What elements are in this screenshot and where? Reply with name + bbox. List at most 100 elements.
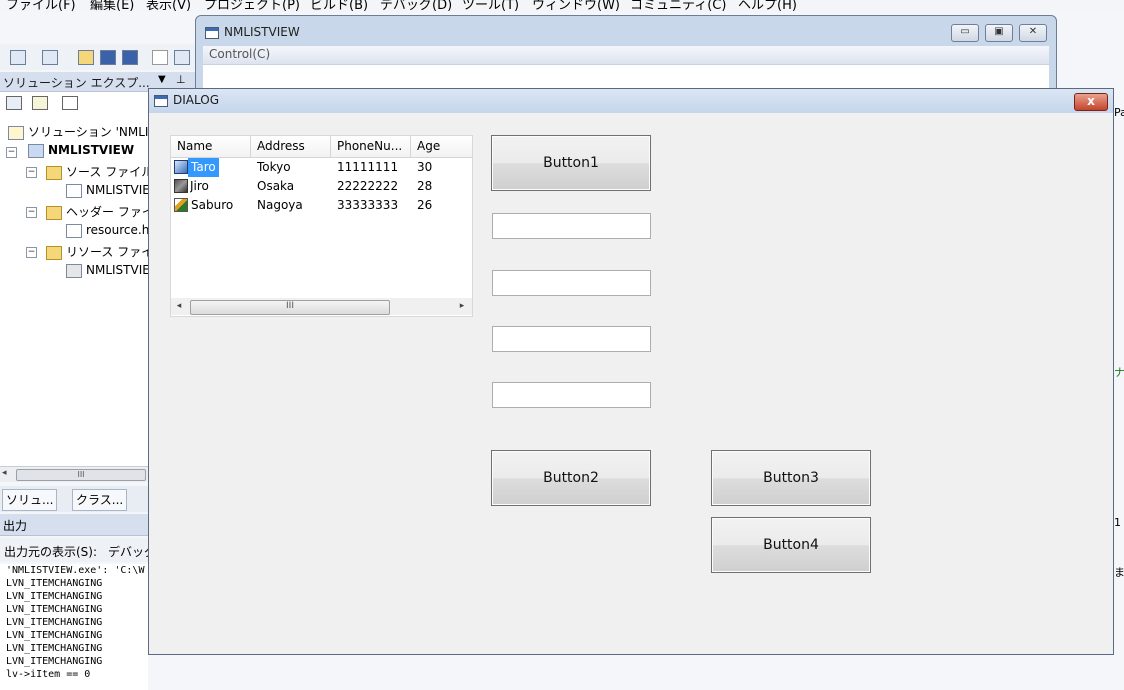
- output-source-label: 出力元の表示(S):: [4, 545, 98, 559]
- pin-icon[interactable]: ⊥: [176, 73, 186, 86]
- column-header-phone[interactable]: PhoneNu...: [331, 136, 411, 157]
- collapse-header-icon[interactable]: −: [26, 207, 37, 218]
- cell-phone: 11111111: [337, 160, 399, 174]
- menu-view[interactable]: 表示(V): [146, 0, 191, 12]
- column-header-name[interactable]: Name: [171, 136, 251, 157]
- menu-project[interactable]: プロジェクト(P): [204, 0, 300, 12]
- maximize-button[interactable]: ▣: [985, 24, 1013, 42]
- folder-icon: [46, 245, 62, 260]
- tree-header-folder[interactable]: ヘッダー ファイ: [46, 203, 154, 220]
- right-edge-text: 1: [1114, 516, 1121, 529]
- output-header: 出力: [0, 514, 148, 536]
- column-header-age[interactable]: Age: [411, 136, 472, 157]
- add-item-icon[interactable]: [42, 50, 58, 65]
- output-title: 出力: [3, 519, 28, 533]
- edit-field-4[interactable]: [492, 382, 651, 408]
- scroll-right-icon[interactable]: ▸: [455, 300, 469, 313]
- window-icon: [205, 27, 219, 39]
- collapse-resource-icon[interactable]: −: [26, 247, 37, 258]
- menu-control[interactable]: Control(C): [209, 47, 270, 61]
- scroll-left-icon[interactable]: ◂: [2, 468, 7, 478]
- explorer-tabs: ソリュ... クラス...: [0, 486, 148, 512]
- cell-name: Taro: [188, 158, 219, 177]
- button2[interactable]: Button2: [491, 450, 651, 506]
- properties-icon[interactable]: [32, 96, 48, 110]
- cell-address: Nagoya: [257, 198, 303, 212]
- dropdown-arrow-icon[interactable]: ▼: [158, 74, 166, 85]
- item-icon: [174, 198, 188, 212]
- button3[interactable]: Button3: [711, 450, 871, 506]
- right-edge-text: ま: [1114, 566, 1124, 579]
- tree-resource-file[interactable]: NMLISTVIE: [66, 263, 150, 278]
- menu-community[interactable]: コミュニティ(C): [630, 0, 726, 12]
- cut-icon[interactable]: [152, 50, 168, 65]
- menu-window[interactable]: ウィンドウ(W): [532, 0, 620, 12]
- dialog-window: DIALOG x Name Address PhoneNu... Age Tar…: [148, 88, 1114, 655]
- nmlistview-menubar: Control(C): [203, 46, 1049, 65]
- nmlistview-title: NMLISTVIEW: [224, 25, 300, 39]
- list-item[interactable]: Jiro Osaka 22222222 28: [171, 177, 472, 196]
- tree-source-file[interactable]: NMLISTVIE: [66, 183, 150, 198]
- column-header-address[interactable]: Address: [251, 136, 331, 157]
- edit-field-3[interactable]: [492, 326, 651, 352]
- menu-debug[interactable]: デバッグ(D): [380, 0, 452, 12]
- output-line: LVN_ITEMCHANGING: [6, 643, 103, 654]
- listview-hscrollbar[interactable]: ◂ III ▸: [171, 298, 472, 315]
- tree-solution[interactable]: ソリューション 'NMLI: [8, 123, 148, 140]
- save-icon[interactable]: [100, 50, 116, 65]
- scroll-left-icon[interactable]: ◂: [172, 300, 186, 313]
- tree-source-folder[interactable]: ソース ファイル: [46, 163, 153, 180]
- right-edge-text: Pa: [1114, 106, 1124, 119]
- cell-phone: 33333333: [337, 198, 399, 212]
- solution-hscrollbar[interactable]: ◂ III: [0, 466, 148, 482]
- tree-resource-folder[interactable]: リソース ファイ: [46, 243, 153, 260]
- menu-build[interactable]: ビルド(B): [310, 0, 368, 12]
- cell-address: Tokyo: [257, 160, 291, 174]
- scroll-thumb[interactable]: III: [190, 300, 390, 315]
- minimize-button[interactable]: ▭: [951, 24, 979, 42]
- tree-project-label: NMLISTVIEW: [48, 143, 135, 157]
- show-all-icon[interactable]: [62, 96, 78, 110]
- menu-file[interactable]: ファイル(F): [6, 0, 76, 12]
- collapse-project-icon[interactable]: −: [6, 147, 17, 158]
- edit-field-1[interactable]: [492, 213, 651, 239]
- tab-class[interactable]: クラス...: [72, 489, 128, 511]
- new-project-icon[interactable]: [10, 50, 26, 65]
- tree-source-file-label: NMLISTVIE: [86, 183, 150, 197]
- close-button[interactable]: ✕: [1019, 24, 1047, 42]
- cell-age: 28: [417, 179, 433, 193]
- save-all-icon[interactable]: [122, 50, 138, 65]
- menu-help[interactable]: ヘルプ(H): [738, 0, 797, 12]
- menu-edit[interactable]: 編集(E): [90, 0, 134, 12]
- edit-field-2[interactable]: [492, 270, 651, 296]
- copy-icon[interactable]: [174, 50, 190, 65]
- resource-file-icon: [66, 263, 82, 278]
- button4[interactable]: Button4: [711, 517, 871, 573]
- right-edge-text: ナ: [1114, 366, 1124, 379]
- collapse-source-icon[interactable]: −: [26, 167, 37, 178]
- scroll-thumb[interactable]: III: [16, 469, 146, 481]
- dialog-close-button[interactable]: x: [1074, 93, 1108, 111]
- output-line: LVN_ITEMCHANGING: [6, 578, 103, 589]
- item-icon: [174, 179, 188, 193]
- open-folder-icon[interactable]: [78, 50, 94, 65]
- tree-source-label: ソース ファイル: [66, 165, 154, 179]
- ide-toolbar: [0, 44, 200, 70]
- tree-resource-file-label: NMLISTVIE: [86, 263, 150, 277]
- output-line: lv->iItem == 0: [6, 669, 91, 680]
- solution-explorer-tree: ソリューション 'NMLI − NMLISTVIEW − ソース ファイル NM…: [0, 92, 154, 482]
- list-item[interactable]: Saburo Nagoya 33333333 26: [171, 196, 472, 215]
- output-line: LVN_ITEMCHANGING: [6, 617, 103, 628]
- list-item[interactable]: Taro Tokyo 11111111 30: [171, 158, 472, 177]
- tree-project[interactable]: NMLISTVIEW: [28, 143, 134, 158]
- item-icon: [174, 160, 188, 174]
- tree-header-file[interactable]: resource.h: [66, 223, 149, 238]
- tree-solution-label: ソリューション 'NMLI: [28, 125, 149, 139]
- tab-solution[interactable]: ソリュ...: [2, 489, 58, 511]
- header-file-icon: [66, 223, 82, 238]
- view-code-icon[interactable]: [6, 96, 22, 110]
- menu-tools[interactable]: ツール(T): [462, 0, 519, 12]
- output-source-bar: 出力元の表示(S): デバッグ: [0, 538, 156, 562]
- listview[interactable]: Name Address PhoneNu... Age Taro Tokyo 1…: [170, 135, 473, 317]
- button1[interactable]: Button1: [491, 135, 651, 191]
